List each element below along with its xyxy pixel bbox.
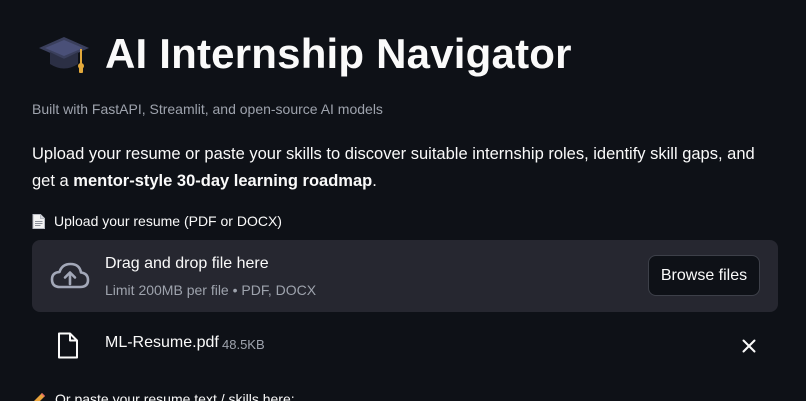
file-dropzone[interactable]: Drag and drop file here Limit 200MB per … [32,240,778,312]
intro-end: . [372,172,377,190]
dropzone-limit: Limit 200MB per file • PDF, DOCX [105,282,317,298]
app-page: AI Internship Navigator Built with FastA… [0,0,806,401]
page-subtitle: Built with FastAPI, Streamlit, and open-… [32,101,383,117]
cloud-upload-icon [50,260,90,292]
dropzone-instructions: Drag and drop file here [105,255,269,272]
page-header: AI Internship Navigator [37,28,572,80]
uploaded-file-name: ML-Resume.pdf [105,334,219,351]
graduation-cap-icon [37,31,91,77]
intro-paragraph: Upload your resume or paste your skills … [32,141,782,195]
uploaded-file-size: 48.5KB [222,337,265,352]
upload-label: Upload your resume (PDF or DOCX) [32,213,282,229]
remove-file-button[interactable] [738,335,760,357]
intro-bold-text: mentor-style 30-day learning roadmap [73,172,373,190]
browse-files-button[interactable]: Browse files [648,255,760,296]
paste-label-text: Or paste your resume text / skills here: [55,391,295,401]
page-icon [32,213,45,229]
uploaded-file-row: ML-Resume.pdf 48.5KB [32,326,778,366]
pencil-icon [32,392,46,401]
upload-label-text: Upload your resume (PDF or DOCX) [54,213,282,229]
close-icon [742,339,756,353]
file-icon [57,332,79,359]
page-title: AI Internship Navigator [105,30,572,77]
paste-label: Or paste your resume text / skills here: [32,391,295,401]
